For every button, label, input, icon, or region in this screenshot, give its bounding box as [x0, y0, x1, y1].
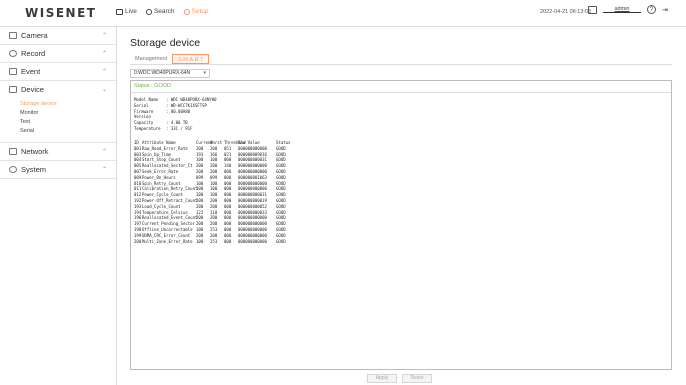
- chevron-down-icon: ⌃: [101, 51, 107, 57]
- sidebar-item-label: System: [21, 165, 47, 174]
- info-row: Firmware Version : 80.00A80: [134, 109, 217, 121]
- device-submenu: Storage device Monitor Text Serial: [0, 98, 116, 142]
- sidebar-subitem-serial[interactable]: Serial: [20, 127, 116, 136]
- sidebar-subitem-storage-device[interactable]: Storage device: [20, 100, 116, 109]
- sidebar-item-camera[interactable]: Camera ⌃: [0, 27, 116, 44]
- smart-cell: 000000000000: [238, 238, 267, 244]
- top-icons: admin ? ⇥: [588, 5, 668, 14]
- sidebar-item-event[interactable]: Event ⌃: [0, 63, 116, 80]
- main-panel: Storage device Management S.M.A.R.T 0:WD…: [117, 27, 686, 385]
- chevron-down-icon: ⌃: [101, 69, 107, 75]
- gear-icon: [183, 8, 190, 15]
- user-icon[interactable]: [588, 5, 597, 14]
- smart-table: ID Attribute Name Current Worst Threshold Raw…: [134, 140, 290, 244]
- chevron-down-icon: ▾: [203, 70, 206, 76]
- user-dropdown[interactable]: admin: [603, 6, 641, 13]
- smart-cell: GOOD: [276, 238, 286, 244]
- divider: [131, 92, 671, 93]
- sidebar-item-network[interactable]: Network ⌃: [0, 143, 116, 160]
- status-text: Status : GOOD: [134, 83, 171, 89]
- nav-search-label: Search: [153, 8, 175, 15]
- table-row: 200 Multi_Zone_Error_Rate 100 253 000 0000000…: [134, 239, 290, 245]
- divider: [130, 64, 672, 65]
- datetime: 2022-04-21 06:13:08: [540, 9, 592, 15]
- sidebar-subitem-monitor[interactable]: Monitor: [20, 109, 116, 118]
- smart-cell: 100: [196, 238, 204, 244]
- network-icon: [9, 148, 17, 155]
- info-value: : 33C / 91F: [166, 125, 193, 131]
- sidebar-group-network: Network ⌃: [0, 143, 116, 161]
- logo: WISENET: [25, 6, 97, 20]
- sidebar-group-record: Record ⌃: [0, 45, 116, 63]
- sidebar-item-device[interactable]: Device ⌄: [0, 81, 116, 98]
- sidebar: Camera ⌃ Record ⌃ Event ⌃ Device ⌄ Stora…: [0, 27, 117, 385]
- info-row: Temperature : 33C / 91F: [134, 126, 217, 132]
- top-nav: Live Search Setup: [116, 8, 209, 15]
- tab-bar: Management S.M.A.R.T: [130, 54, 210, 64]
- sidebar-item-label: Network: [21, 147, 49, 156]
- search-icon: [145, 8, 152, 15]
- system-icon: [9, 166, 17, 173]
- nav-live-label: Live: [125, 8, 137, 15]
- apply-button[interactable]: Apply: [367, 374, 397, 383]
- device-select[interactable]: 0:WDC WD40PURX-64N ▾: [130, 69, 210, 78]
- chevron-down-icon: ⌃: [101, 167, 107, 173]
- chevron-down-icon: ⌃: [101, 149, 107, 155]
- nav-setup-label: Setup: [191, 8, 209, 15]
- smart-cell: 200: [134, 238, 142, 244]
- top-bar: WISENET Live Search Setup 2022-04-21 06:…: [0, 0, 686, 27]
- smart-cell: Multi_Zone_Error_Rate: [142, 238, 193, 244]
- sidebar-item-label: Camera: [21, 31, 48, 40]
- nav-live[interactable]: Live: [116, 8, 137, 15]
- sidebar-item-label: Record: [21, 49, 46, 58]
- monitor-icon: [116, 8, 123, 15]
- sidebar-group-system: System ⌃: [0, 161, 116, 179]
- sidebar-item-label: Event: [21, 67, 41, 76]
- sidebar-group-camera: Camera ⌃: [0, 27, 116, 45]
- chevron-down-icon: ⌃: [101, 33, 107, 39]
- button-row: Apply Reset: [367, 374, 432, 383]
- drive-info: Model Name: WDC WD40PURX-64NYH0 Serial: …: [134, 97, 217, 132]
- smart-cell: 000: [224, 238, 232, 244]
- sidebar-group-device: Device ⌄ Storage device Monitor Text Ser…: [0, 81, 116, 143]
- info-key: Temperature: [134, 125, 161, 131]
- help-icon[interactable]: ?: [647, 5, 656, 14]
- logout-icon[interactable]: ⇥: [662, 6, 668, 14]
- smart-cell: 253: [210, 238, 218, 244]
- sidebar-item-record[interactable]: Record ⌃: [0, 45, 116, 62]
- info-key: Firmware Version: [134, 108, 154, 120]
- sidebar-subitem-text[interactable]: Text: [20, 118, 116, 127]
- device-icon: [9, 86, 17, 93]
- sidebar-group-event: Event ⌃: [0, 63, 116, 81]
- smart-info-box: Status : GOOD Model Name: WDC WD40PURX-6…: [130, 80, 672, 370]
- reset-button[interactable]: Reset: [402, 374, 432, 383]
- device-select-value: 0:WDC WD40PURX-64N: [134, 70, 191, 76]
- tab-smart[interactable]: S.M.A.R.T: [172, 54, 210, 64]
- nav-search[interactable]: Search: [145, 8, 175, 15]
- page-title: Storage device: [130, 37, 201, 49]
- chevron-up-icon: ⌄: [101, 87, 107, 93]
- sidebar-item-system[interactable]: System ⌃: [0, 161, 116, 178]
- info-value: : 80.00A80: [166, 108, 191, 114]
- tab-management[interactable]: Management: [130, 54, 172, 64]
- sidebar-item-label: Device: [21, 85, 44, 94]
- nav-setup[interactable]: Setup: [183, 8, 209, 15]
- camera-icon: [9, 32, 17, 39]
- event-icon: [9, 68, 17, 75]
- record-icon: [9, 50, 17, 57]
